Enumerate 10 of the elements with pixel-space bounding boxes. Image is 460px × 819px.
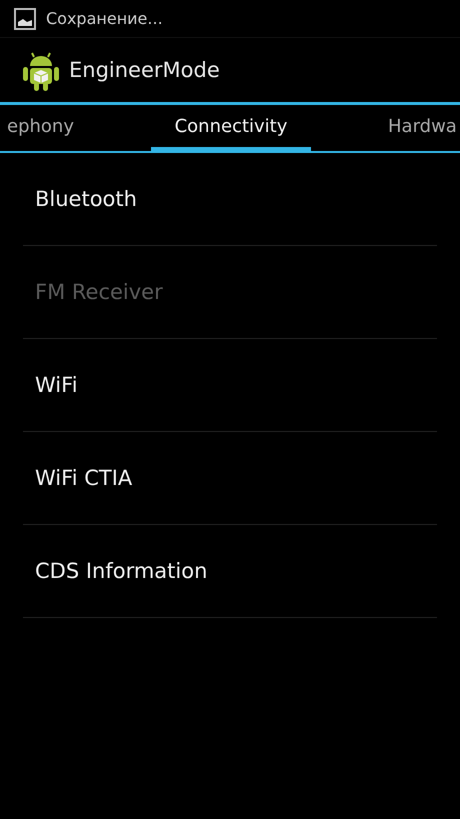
tab[interactable]: Hardwa bbox=[388, 106, 457, 152]
app-title: EngineerMode bbox=[69, 58, 220, 82]
menu-item[interactable]: WiFi CTIA bbox=[23, 432, 437, 525]
menu-item[interactable]: WiFi bbox=[23, 339, 437, 432]
notification-text: Сохранение... bbox=[46, 9, 163, 28]
menu-item[interactable]: Bluetooth bbox=[23, 153, 437, 246]
image-icon bbox=[14, 8, 36, 30]
menu-item[interactable]: CDS Information bbox=[23, 525, 437, 618]
tab[interactable]: ephony bbox=[7, 106, 74, 152]
tab[interactable]: Connectivity bbox=[150, 106, 312, 152]
